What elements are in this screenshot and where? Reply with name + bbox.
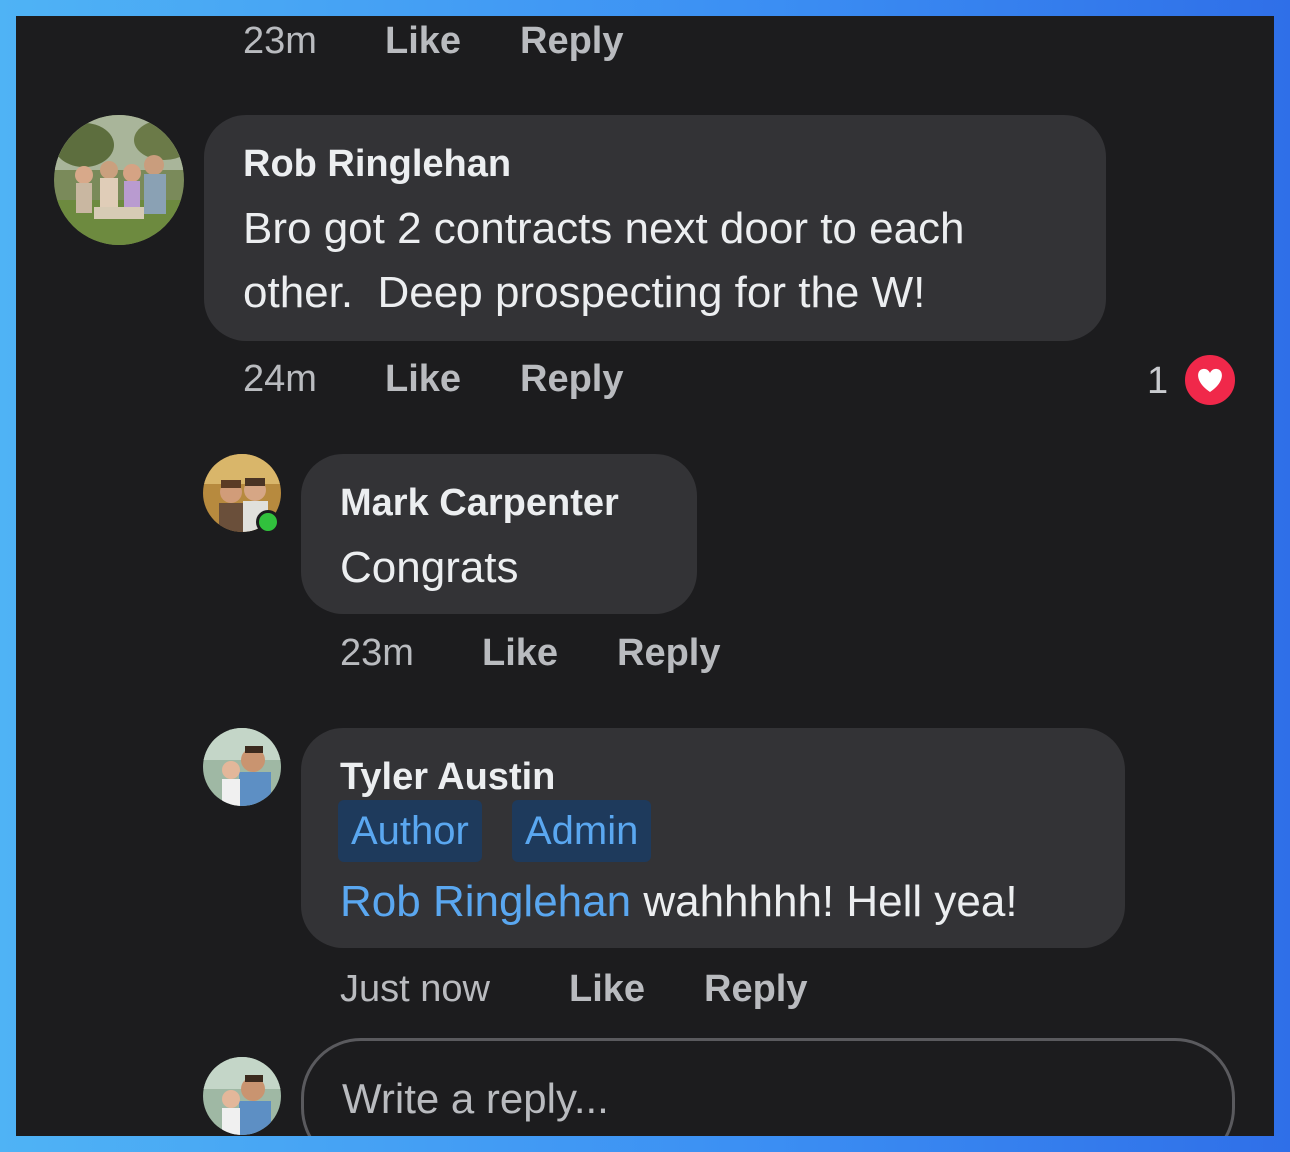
prev-comment-time: 23m [243, 20, 317, 62]
comment-bubble-rob: Rob Ringlehan Bro got 2 contracts next d… [204, 115, 1106, 341]
father-child-photo-icon [203, 728, 281, 806]
father-child-photo-icon [203, 1057, 281, 1135]
prev-comment-like-button[interactable]: Like [385, 20, 461, 63]
comment-author[interactable]: Rob Ringlehan [243, 143, 511, 186]
comment-time: Just now [340, 968, 490, 1010]
comment-reply-button[interactable]: Reply [617, 632, 720, 675]
prev-comment-reply-button[interactable]: Reply [520, 20, 623, 63]
comment-like-button[interactable]: Like [385, 358, 461, 401]
comment-text: wahhhhh! Hell yea! [631, 877, 1018, 926]
comment-time: 24m [243, 358, 317, 400]
comment-bubble-mark: Mark Carpenter Congrats [301, 454, 697, 614]
comment-author[interactable]: Mark Carpenter [340, 482, 619, 525]
comment-like-button[interactable]: Like [569, 968, 645, 1011]
comment-text-line1: Bro got 2 contracts next door to each [243, 204, 965, 253]
comment-bubble-tyler: Tyler Austin Author Admin Rob Ringlehan … [301, 728, 1125, 948]
admin-badge: Admin [512, 800, 652, 862]
comment-reply-button[interactable]: Reply [520, 358, 623, 401]
comment-text: Congrats [340, 543, 519, 592]
mention-link[interactable]: Rob Ringlehan [340, 877, 631, 926]
author-badge: Author [338, 800, 482, 862]
avatar-tyler-austin[interactable] [203, 728, 281, 806]
comment-text-line2: other. Deep prospecting for the W! [243, 268, 926, 317]
reply-input-placeholder: Write a reply... [342, 1075, 609, 1122]
comment-time: 23m [340, 632, 414, 674]
comment-author[interactable]: Tyler Austin [340, 756, 555, 799]
reaction-count[interactable]: 1 [1147, 360, 1168, 403]
comment-text-row: Rob Ringlehan wahhhhh! Hell yea! [340, 870, 1018, 934]
online-status-indicator [256, 510, 280, 534]
heart-icon[interactable] [1182, 352, 1238, 408]
comments-screen: 23m Like Reply Rob Ringlehan Bro got 2 c… [16, 16, 1274, 1136]
family-photo-icon [54, 115, 184, 245]
current-user-avatar[interactable] [203, 1057, 281, 1135]
comment-reply-button[interactable]: Reply [704, 968, 807, 1011]
comment-like-button[interactable]: Like [482, 632, 558, 675]
avatar-rob-ringlehan[interactable] [54, 115, 184, 245]
reply-input[interactable]: Write a reply... [301, 1038, 1235, 1136]
